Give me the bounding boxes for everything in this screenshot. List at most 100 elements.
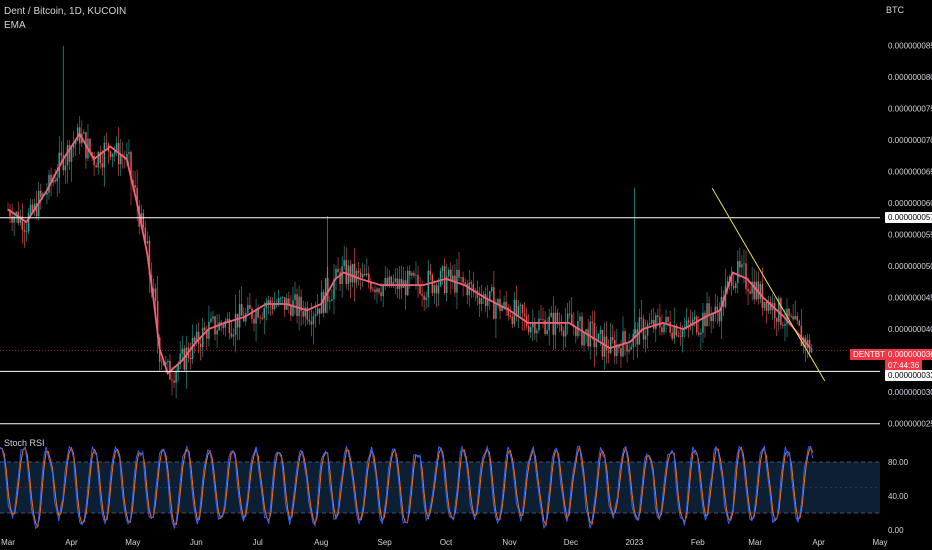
candle-body xyxy=(669,322,671,333)
candle-body xyxy=(271,304,274,310)
stoch-rsi-panel xyxy=(0,444,880,530)
candle-body xyxy=(560,324,563,331)
x-tick-label: Apr xyxy=(65,538,78,547)
candle-body xyxy=(400,279,403,288)
candle-body xyxy=(579,316,581,322)
candle-body xyxy=(214,316,216,335)
candle-body xyxy=(454,275,456,293)
candle-body xyxy=(189,357,192,360)
candle-body xyxy=(710,315,712,322)
x-tick-label: Mar xyxy=(748,538,762,547)
candle-body xyxy=(257,309,259,318)
candle-body xyxy=(741,264,743,268)
candle-body xyxy=(562,330,565,337)
candle-body xyxy=(316,308,319,315)
candle-body xyxy=(706,303,708,327)
candle-body xyxy=(411,272,413,276)
candle-body xyxy=(655,315,657,329)
candle-body xyxy=(753,281,755,300)
candle-body xyxy=(331,299,333,301)
candle-body xyxy=(128,152,130,154)
candle-body xyxy=(204,327,206,331)
candle-body xyxy=(612,337,614,341)
candle-body xyxy=(25,231,28,232)
candle-body xyxy=(173,380,175,383)
candle-body xyxy=(478,297,481,304)
candle-body xyxy=(491,287,493,292)
candle-body xyxy=(54,179,56,182)
candle-body xyxy=(372,289,374,291)
candle-body xyxy=(650,319,653,324)
candle-body xyxy=(240,304,243,316)
candle-body xyxy=(366,273,368,276)
candle-body xyxy=(712,313,714,322)
candle-body xyxy=(544,319,546,335)
candle-body xyxy=(370,282,372,290)
candle-body xyxy=(698,332,700,335)
candle-body xyxy=(776,318,778,322)
x-tick-label: Aug xyxy=(314,538,328,547)
candle-body xyxy=(202,327,204,348)
x-tick-label: Oct xyxy=(440,538,453,547)
y-tick-label: 0.0000000650 xyxy=(888,168,932,177)
candle-body xyxy=(484,294,487,307)
candle-body xyxy=(456,269,458,293)
candle-body xyxy=(337,268,339,273)
x-tick-label: 2023 xyxy=(625,538,643,547)
candle-body xyxy=(439,270,442,286)
candle-body xyxy=(568,313,571,315)
candle-body xyxy=(423,295,425,300)
candle-body xyxy=(759,283,762,300)
candle-body xyxy=(687,320,690,323)
candle-body xyxy=(40,190,42,198)
candle-body xyxy=(435,285,438,294)
candle-body xyxy=(784,324,786,326)
y-tick-label: 0.0000000700 xyxy=(888,136,932,145)
candle-body xyxy=(429,270,432,275)
candle-body xyxy=(530,327,532,333)
candle-body xyxy=(70,148,73,162)
candle-body xyxy=(273,305,276,310)
candle-body xyxy=(505,301,507,308)
candle-body xyxy=(665,316,667,324)
candle-body xyxy=(281,297,284,299)
candle-body xyxy=(415,275,417,276)
candle-body xyxy=(261,318,263,319)
candle-body xyxy=(794,315,796,320)
candle-body xyxy=(536,330,538,334)
candle-body xyxy=(322,292,325,313)
candle-body xyxy=(460,277,462,279)
candle-body xyxy=(782,324,784,326)
candle-body xyxy=(402,280,405,288)
stoch-rsi-legend: Stoch RSI xyxy=(4,438,45,448)
candle-body xyxy=(398,279,401,289)
candle-body xyxy=(167,360,169,363)
x-tick-label: Mar xyxy=(1,538,15,547)
last-price-tag: 0.0000000366 xyxy=(885,349,932,360)
candle-body xyxy=(66,145,69,166)
candle-body xyxy=(103,142,106,168)
candle-body xyxy=(376,288,378,293)
candle-body xyxy=(527,325,530,333)
candle-body xyxy=(296,294,298,317)
candle-body xyxy=(599,329,602,334)
candle-body xyxy=(657,315,659,317)
candle-body xyxy=(671,332,673,339)
stoch-y-tick: 0.00 xyxy=(888,526,904,535)
candle-body xyxy=(312,316,315,325)
candle-body xyxy=(212,316,214,319)
candle-body xyxy=(587,329,589,347)
candle-body xyxy=(247,305,249,314)
stoch-y-tick: 80.00 xyxy=(888,458,909,467)
candle-body xyxy=(609,337,612,354)
candle-body xyxy=(450,269,452,281)
candle-body xyxy=(374,289,376,293)
candle-body xyxy=(27,213,30,232)
x-tick-label: Sep xyxy=(378,538,393,547)
candle-body xyxy=(142,213,145,228)
candle-body xyxy=(353,263,356,283)
x-tick-label: Apr xyxy=(812,538,825,547)
candle-body xyxy=(302,311,304,317)
candle-body xyxy=(620,348,622,357)
candle-body xyxy=(550,312,552,317)
